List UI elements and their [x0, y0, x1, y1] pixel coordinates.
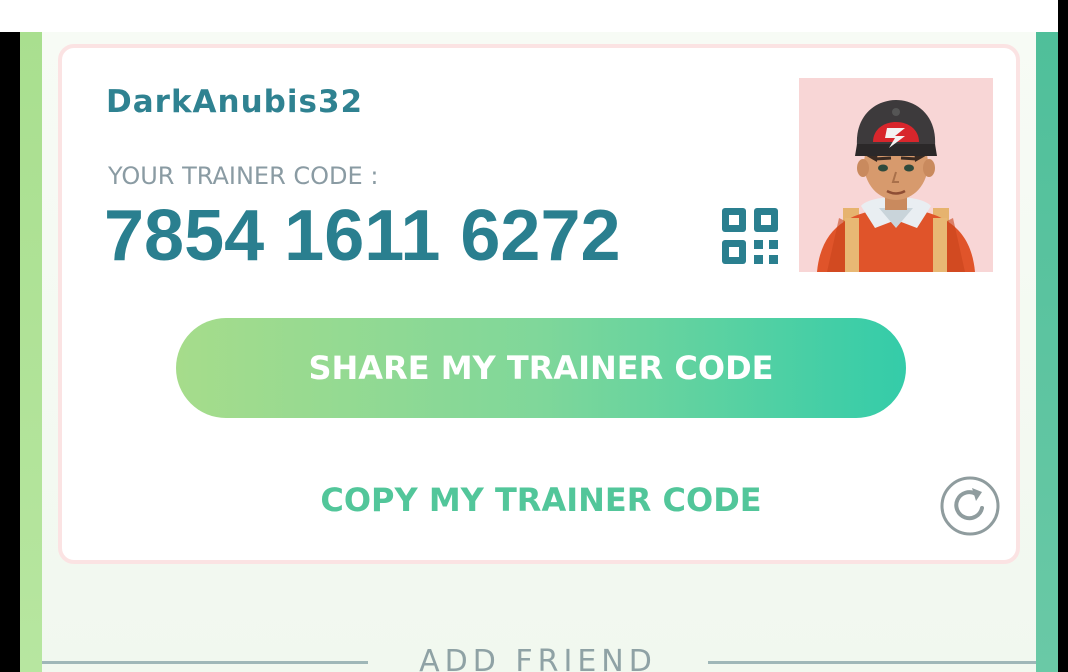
- trainer-code-label: YOUR TRAINER CODE :: [108, 162, 379, 190]
- divider-right: [708, 661, 1036, 664]
- add-friend-heading: ADD FRIEND: [419, 644, 657, 672]
- panel-right-edge: [1036, 32, 1058, 672]
- copy-trainer-code-button[interactable]: COPY MY TRAINER CODE: [226, 472, 856, 528]
- add-friend-section-header: ADD FRIEND: [42, 640, 1036, 672]
- screen: DarkAnubis32 YOUR TRAINER CODE : 7854 16…: [0, 0, 1068, 672]
- share-trainer-code-button[interactable]: SHARE MY TRAINER CODE: [176, 318, 906, 418]
- trainer-code-card: DarkAnubis32 YOUR TRAINER CODE : 7854 16…: [58, 44, 1020, 564]
- qr-code-icon[interactable]: [722, 208, 778, 264]
- top-bar: [0, 0, 1058, 32]
- trainer-code-value: 7854 1611 6272: [104, 196, 621, 276]
- panel-left-edge: [20, 32, 42, 672]
- refresh-icon[interactable]: [938, 474, 1002, 538]
- trainer-username: DarkAnubis32: [106, 84, 364, 120]
- trainer-avatar-image: [817, 100, 975, 272]
- trainer-avatar[interactable]: [799, 78, 993, 272]
- divider-left: [42, 661, 368, 664]
